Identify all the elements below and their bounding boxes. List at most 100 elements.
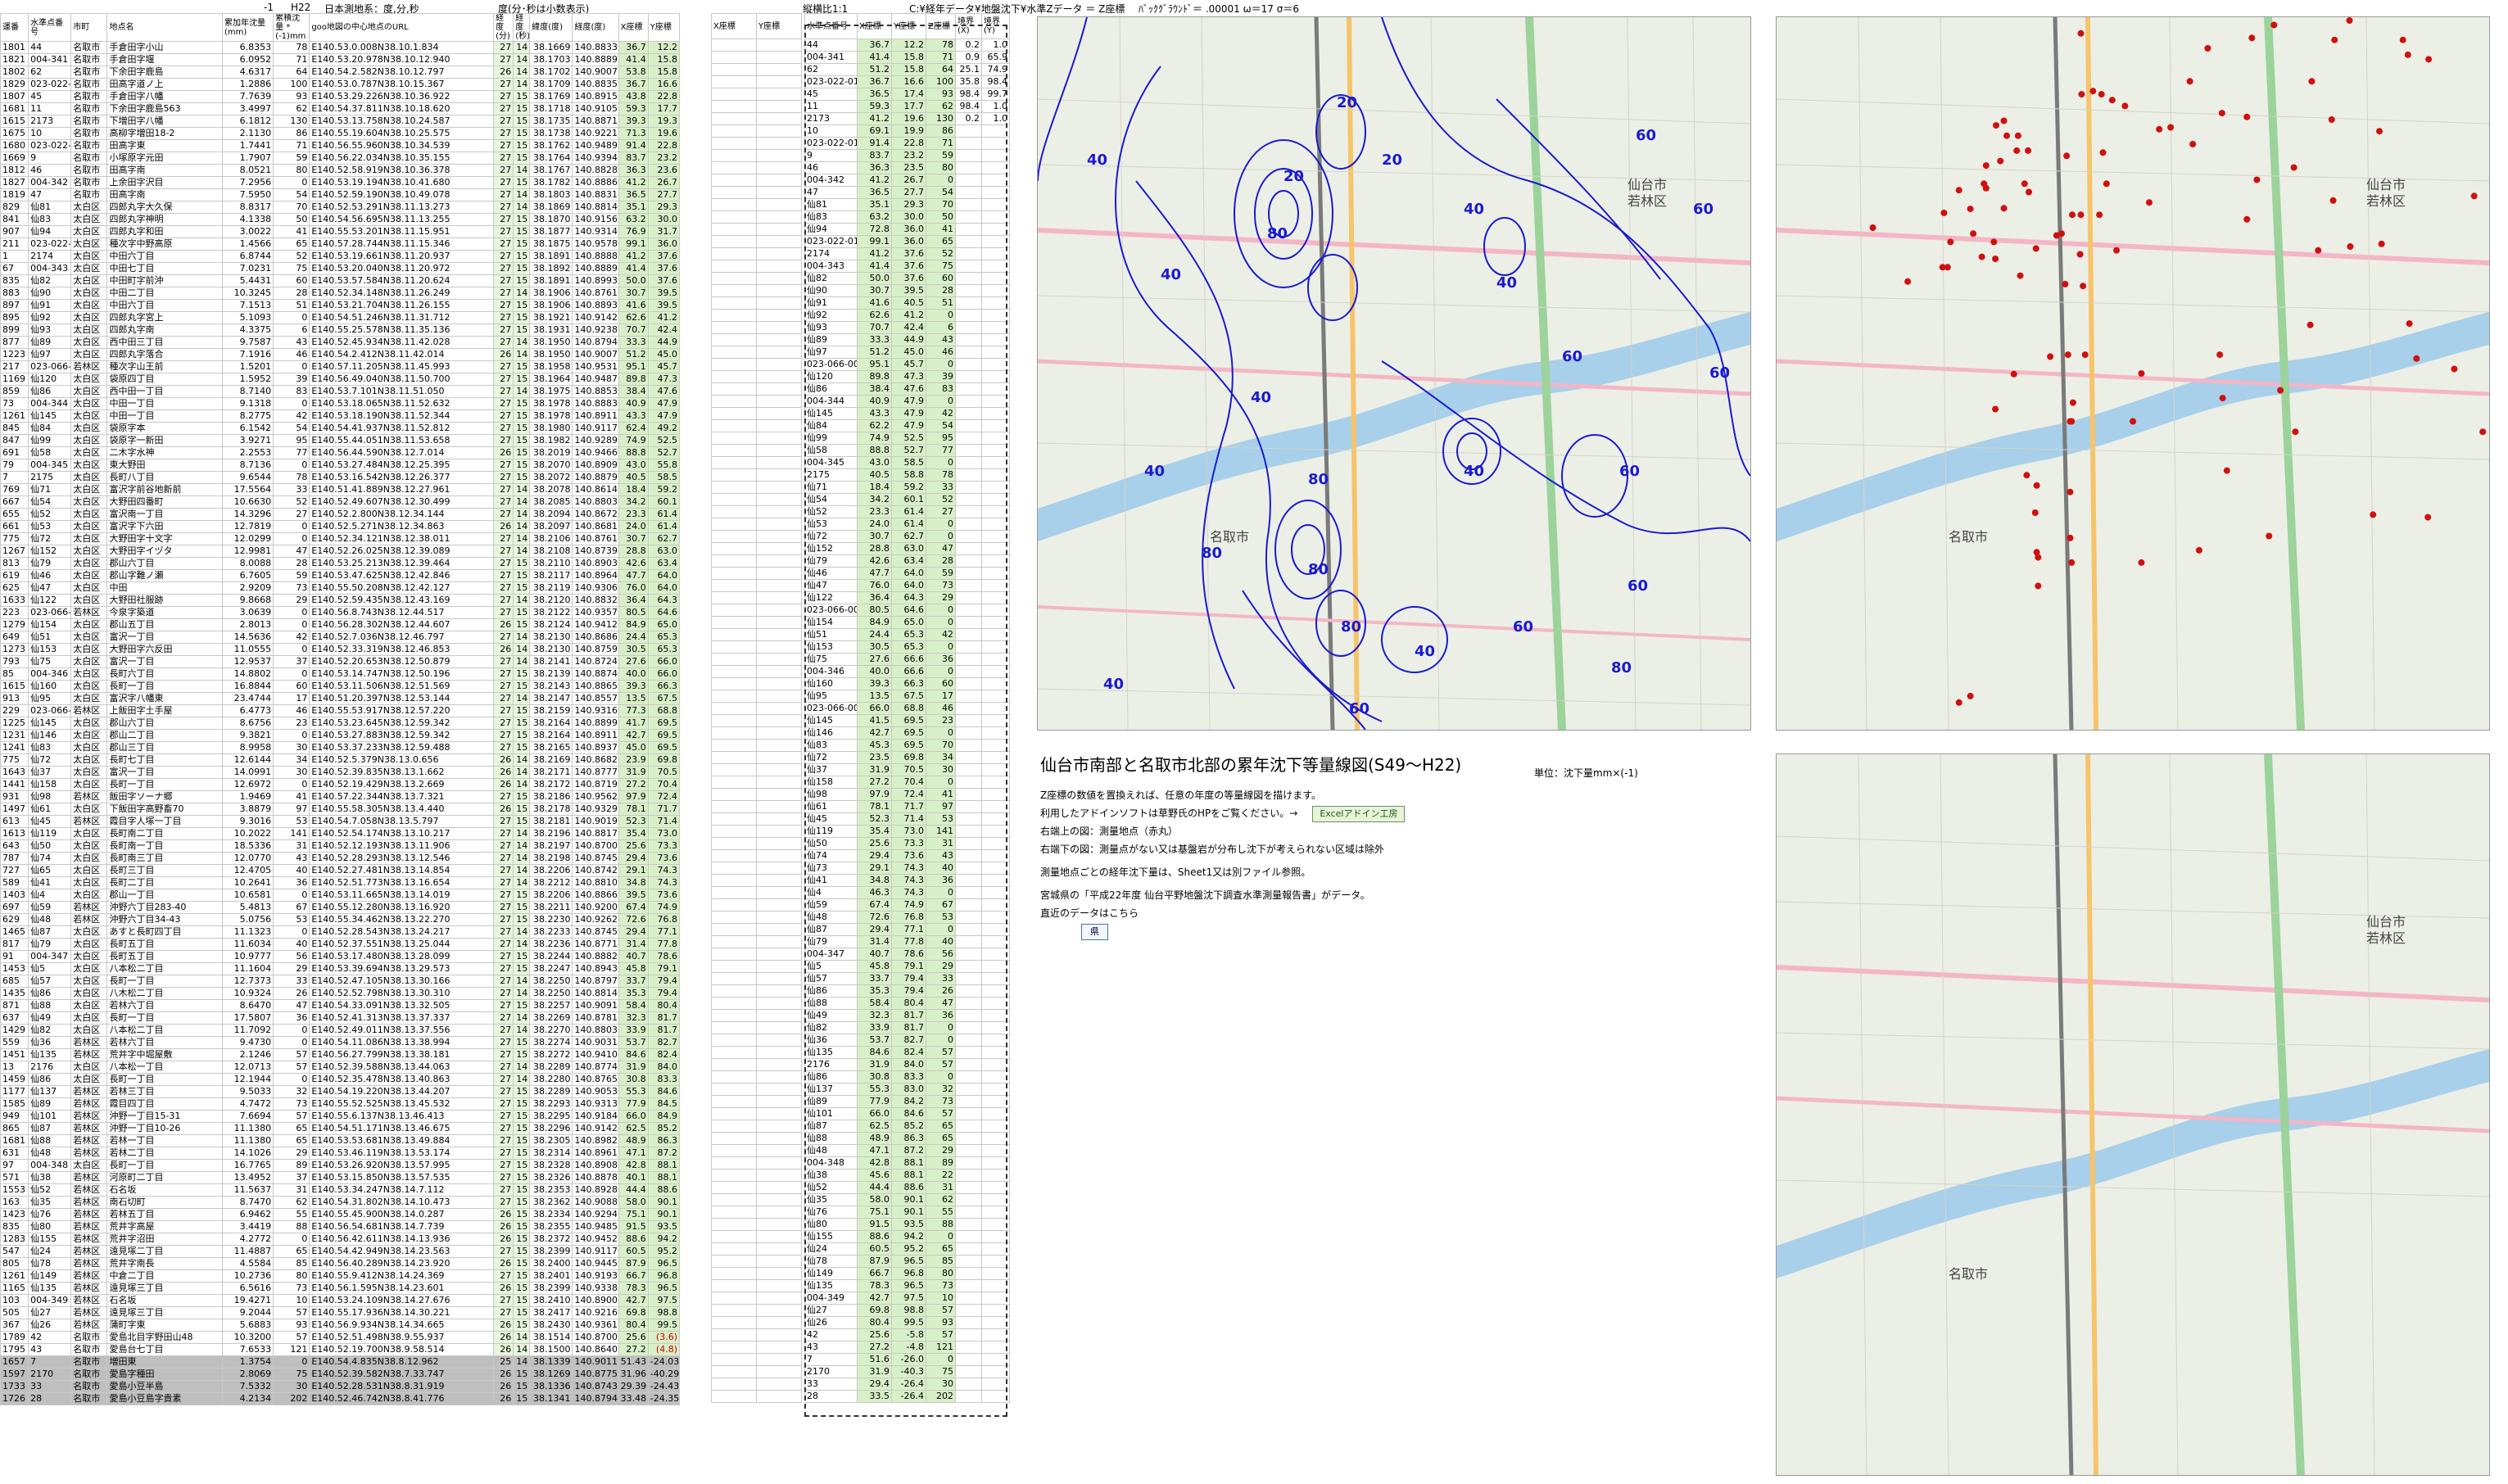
- table-row[interactable]: 004-344 40.9 47.9 0: [804, 395, 1010, 408]
- table-cell[interactable]: 38.1709: [529, 78, 573, 91]
- table-cell[interactable]: 38.1870: [529, 213, 573, 226]
- table-cell[interactable]: 38.2119: [529, 581, 573, 595]
- table-cell[interactable]: 697: [0, 901, 29, 914]
- table-cell[interactable]: 45.0: [647, 348, 681, 361]
- table-cell[interactable]: [955, 653, 982, 666]
- table-cell[interactable]: 太白区: [70, 557, 108, 570]
- contour-map[interactable]: 20 40 60 80 40 60 40 20 80 80 40 60 40 60 80 40 60 4…: [1037, 16, 1751, 731]
- table-cell[interactable]: 29.3: [891, 198, 926, 211]
- table-cell[interactable]: 140.9088: [572, 1196, 619, 1209]
- table-cell[interactable]: 73.6: [647, 852, 681, 865]
- table-cell[interactable]: 名取市: [70, 1343, 108, 1356]
- table-row[interactable]: 1675 10 名取市 高柳字増田18-2 2.1130 86 E140.55.19.604…: [0, 127, 681, 140]
- table-cell[interactable]: 38.2230: [529, 913, 573, 926]
- table-cell[interactable]: 24.0: [618, 520, 649, 533]
- table-cell[interactable]: 82.7: [891, 1034, 926, 1047]
- table-cell[interactable]: [981, 1279, 1010, 1292]
- table-cell[interactable]: 84.9: [857, 616, 892, 629]
- table-cell[interactable]: 8.2775: [221, 409, 274, 423]
- table-cell[interactable]: [711, 333, 757, 346]
- table-cell[interactable]: 140.8908: [572, 1159, 619, 1172]
- table-cell[interactable]: [711, 776, 757, 789]
- table-cell[interactable]: 67.4: [618, 901, 649, 914]
- table-row[interactable]: [711, 395, 802, 408]
- table-row[interactable]: 仙88 48.9 86.3 65: [804, 1132, 1010, 1145]
- table-cell[interactable]: 78.3: [618, 1282, 649, 1295]
- table-cell[interactable]: [955, 296, 982, 310]
- table-cell[interactable]: 四郎丸字南: [106, 323, 223, 337]
- table-cell[interactable]: 45.8: [618, 962, 649, 975]
- table-row[interactable]: 仙149 66.7 96.8 80: [804, 1267, 1010, 1280]
- table-row[interactable]: 1279 仙154 太白区 郡山五丁目 2.8013 0 E140.56.28.302N38…: [0, 618, 681, 631]
- table-cell[interactable]: [711, 309, 757, 322]
- table-row[interactable]: 1261 仙149 若林区 中倉二丁目 10.2736 80 E140.55.9.412N3…: [0, 1269, 681, 1283]
- table-cell[interactable]: 15: [513, 889, 531, 902]
- table-cell[interactable]: 仙52: [28, 508, 72, 521]
- table-cell[interactable]: 140.8943: [572, 962, 619, 975]
- table-cell[interactable]: 太白区: [70, 1024, 108, 1037]
- table-cell[interactable]: 559: [0, 1036, 29, 1049]
- table-row[interactable]: [711, 407, 802, 420]
- table-cell[interactable]: 70.4: [647, 778, 681, 791]
- table-cell[interactable]: 34.8: [857, 874, 892, 887]
- table-row[interactable]: [711, 1144, 802, 1157]
- table-cell[interactable]: 27: [493, 1159, 514, 1172]
- table-row[interactable]: 613 仙45 若林区 霞目字人塚一丁目 9.3016 53 E140.54.7.058N3…: [0, 815, 681, 828]
- table-cell[interactable]: [711, 100, 757, 113]
- table-row[interactable]: 仙145 43.3 47.9 42: [804, 407, 1010, 420]
- table-cell[interactable]: 66.0: [647, 667, 681, 681]
- table-cell[interactable]: [711, 1144, 757, 1157]
- table-cell[interactable]: 15: [513, 1183, 531, 1197]
- table-cell[interactable]: 65: [273, 1122, 310, 1135]
- table-cell[interactable]: 84.9: [618, 618, 649, 631]
- table-cell[interactable]: 27: [493, 729, 514, 742]
- table-cell[interactable]: -24.35: [647, 1392, 681, 1405]
- table-cell[interactable]: (4.8): [647, 1343, 681, 1356]
- table-cell[interactable]: 66.6: [891, 665, 926, 678]
- table-cell[interactable]: 太白区: [70, 950, 108, 963]
- table-cell[interactable]: 0: [926, 530, 956, 543]
- table-cell[interactable]: 140.8879: [572, 471, 619, 484]
- table-cell[interactable]: 38.2164: [529, 717, 573, 730]
- table-cell[interactable]: 140.8883: [572, 397, 619, 410]
- table-cell[interactable]: 48.9: [618, 1134, 649, 1147]
- table-cell[interactable]: 太白区: [70, 876, 108, 889]
- table-cell[interactable]: 667: [0, 495, 29, 509]
- table-cell[interactable]: 0: [273, 618, 310, 631]
- table-cell[interactable]: 95.2: [891, 1242, 926, 1256]
- table-cell[interactable]: [981, 493, 1010, 506]
- table-cell[interactable]: 47: [804, 186, 858, 199]
- table-cell[interactable]: 田高字東: [106, 139, 223, 152]
- table-cell[interactable]: 50.0: [618, 274, 649, 287]
- table-cell[interactable]: [711, 1328, 757, 1341]
- column-header[interactable]: 境界(Y): [981, 13, 1010, 39]
- table-cell[interactable]: [955, 407, 982, 420]
- table-cell[interactable]: 023-066-001: [804, 358, 858, 371]
- table-cell[interactable]: E140.52.28.531N38.8.31.919: [309, 1380, 495, 1393]
- table-cell[interactable]: 太白区: [70, 618, 108, 631]
- table-row[interactable]: 1643 仙37 太白区 富沢一丁目 14.0991 30 E140.52.39.835N3…: [0, 766, 681, 779]
- table-cell[interactable]: 0.2: [955, 38, 982, 52]
- table-cell[interactable]: [756, 1095, 802, 1108]
- table-cell[interactable]: 仙54: [804, 493, 858, 506]
- table-cell[interactable]: 太白区: [70, 839, 108, 853]
- table-cell[interactable]: 30: [926, 763, 956, 776]
- table-cell[interactable]: 26: [493, 643, 514, 656]
- table-cell[interactable]: 53: [273, 815, 310, 828]
- table-cell[interactable]: 25.6: [857, 837, 892, 850]
- table-cell[interactable]: 34: [273, 753, 310, 767]
- table-row[interactable]: 1829023-022-017名取市田高字道ノ上1.2886100E140.53…: [0, 78, 681, 91]
- table-cell[interactable]: [711, 272, 757, 285]
- table-cell[interactable]: 39.5: [647, 299, 681, 312]
- table-cell[interactable]: 51.2: [857, 346, 892, 359]
- table-cell[interactable]: 河原町二丁目: [106, 1171, 223, 1184]
- table-cell[interactable]: 1.5952: [221, 373, 274, 386]
- table-cell[interactable]: 140.9193: [572, 1269, 619, 1283]
- table-cell[interactable]: 64.0: [647, 569, 681, 582]
- table-cell[interactable]: 太白区: [70, 1061, 108, 1074]
- table-cell[interactable]: 太白区: [70, 483, 108, 496]
- column-header[interactable]: Y座標: [891, 13, 926, 39]
- table-cell[interactable]: 1.5201: [221, 360, 274, 373]
- table-cell[interactable]: 1177: [0, 1085, 29, 1098]
- table-cell[interactable]: 仙84: [28, 422, 72, 435]
